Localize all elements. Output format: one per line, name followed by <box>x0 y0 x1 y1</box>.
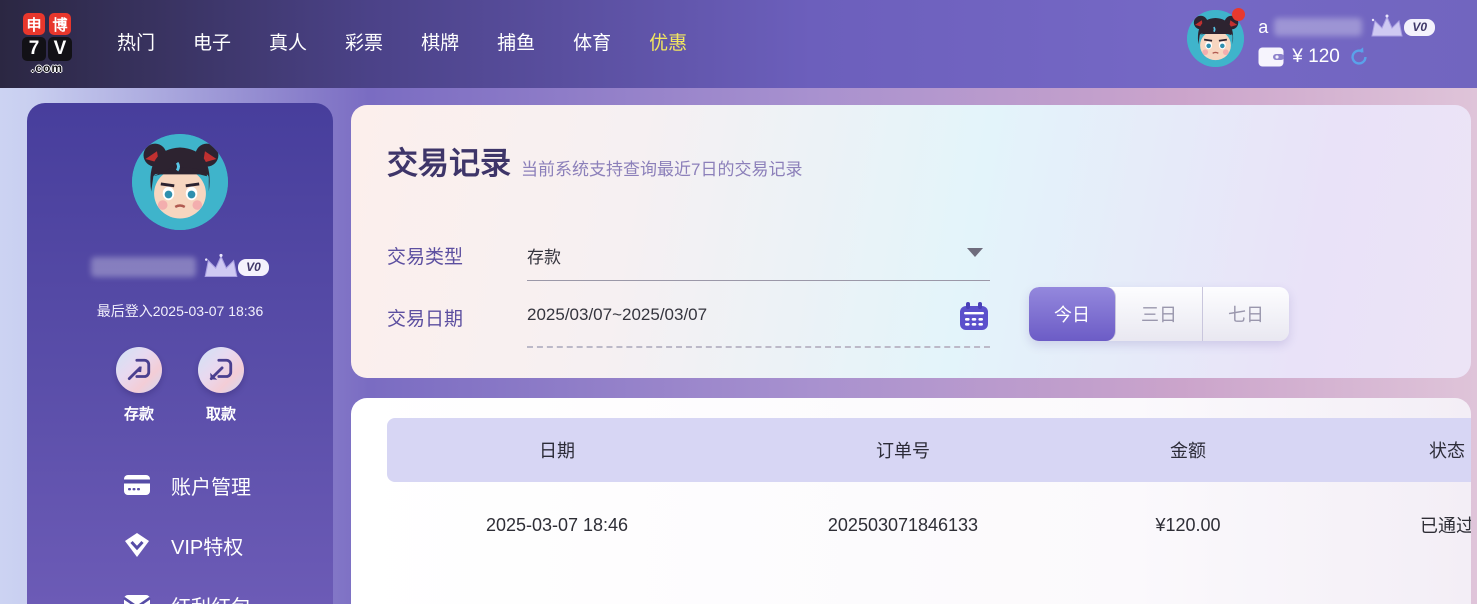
transaction-table: 日期 订单号 金额 状态 2025-03-07 18:46 2025030718… <box>387 418 1471 568</box>
vip-level-badge: V0 <box>1404 18 1435 36</box>
nav-item-slots[interactable]: 电子 <box>174 0 250 88</box>
page-subtitle: 当前系统支持查询最近7日的交易记录 <box>521 160 803 179</box>
balance-amount: ¥ 120 <box>1292 46 1340 67</box>
logo-suffix: .com <box>30 61 63 75</box>
nav-item-hot[interactable]: 热门 <box>98 0 174 88</box>
deposit-icon <box>127 358 151 381</box>
sidebar-avatar <box>132 134 228 230</box>
chevron-down-icon[interactable] <box>967 248 983 257</box>
vip-gem-icon <box>125 533 149 557</box>
main-nav: 热门 电子 真人 彩票 棋牌 捕鱼 体育 优惠 <box>98 0 706 88</box>
cell-order-number: 202503071846133 <box>827 514 979 535</box>
cell-amount: ¥120.00 <box>1155 514 1221 535</box>
page-title: 交易记录 <box>387 146 511 181</box>
notification-dot <box>1232 8 1246 21</box>
username-visible: a <box>1258 16 1269 37</box>
site-logo[interactable]: 申 博 7 V .com <box>22 13 72 75</box>
top-navbar: 申 博 7 V .com 热门 电子 真人 彩票 棋牌 捕鱼 体育 优惠 a V… <box>0 0 1477 88</box>
nav-item-chess[interactable]: 棋牌 <box>402 0 478 88</box>
transaction-type-label: 交易类型 <box>387 247 464 268</box>
logo-tile: 申 <box>23 13 45 35</box>
user-cluster: a V0 ¥ 120 <box>1187 8 1435 68</box>
table-header-row: 日期 订单号 金额 状态 <box>387 418 1471 482</box>
sidebar-menu: 账户管理 VIP特权 红利红包 <box>27 455 333 604</box>
cell-status: 已通过 <box>1420 516 1471 536</box>
account-sidebar: V0 最后登入2025-03-07 18:36 存款 取款 账户管理 VIP特权 <box>27 103 333 604</box>
range-button-7days[interactable]: 七日 <box>1203 287 1289 341</box>
divider-dashed <box>527 346 990 348</box>
deposit-button[interactable]: 存款 <box>116 347 162 424</box>
sidebar-item-label: VIP特权 <box>171 536 244 559</box>
logo-tile: 7 <box>22 37 46 61</box>
col-header-order: 订单号 <box>876 441 930 461</box>
sidebar-item-vip[interactable]: VIP特权 <box>27 515 333 575</box>
refresh-icon[interactable] <box>1348 46 1370 68</box>
wallet-icon <box>1258 47 1285 67</box>
nav-item-fishing[interactable]: 捕鱼 <box>478 0 554 88</box>
sidebar-item-account[interactable]: 账户管理 <box>27 455 333 515</box>
username-blurred <box>91 257 197 277</box>
vip-level-badge: V0 <box>238 258 269 276</box>
withdraw-label: 取款 <box>205 406 236 423</box>
table-row: 2025-03-07 18:46 202503071846133 ¥120.00… <box>387 482 1471 568</box>
divider <box>527 280 990 281</box>
transaction-date-label: 交易日期 <box>387 309 464 330</box>
transaction-date-input[interactable]: 2025/03/07~2025/03/07 <box>527 305 927 325</box>
transaction-table-panel: 日期 订单号 金额 状态 2025-03-07 18:46 2025030718… <box>351 398 1471 604</box>
withdraw-icon <box>209 358 233 381</box>
vip-crown-icon <box>204 253 238 277</box>
transaction-type-select[interactable]: 存款 <box>527 243 989 268</box>
range-button-today[interactable]: 今日 <box>1029 287 1116 341</box>
range-button-3days[interactable]: 三日 <box>1116 287 1203 341</box>
sidebar-item-bonus[interactable]: 红利红包 <box>27 575 333 604</box>
vip-crown-icon <box>1371 14 1403 37</box>
last-login-text: 最后登入2025-03-07 18:36 <box>96 303 264 319</box>
sidebar-item-label: 账户管理 <box>171 476 251 499</box>
transaction-filter-panel: 交易记录 当前系统支持查询最近7日的交易记录 交易类型 存款 交易日期 2025… <box>351 105 1471 378</box>
sidebar-item-label: 红利红包 <box>171 591 251 604</box>
calendar-icon[interactable] <box>957 299 991 338</box>
topbar-avatar[interactable] <box>1187 8 1246 67</box>
col-header-status: 状态 <box>1429 441 1465 461</box>
nav-item-live[interactable]: 真人 <box>250 0 326 88</box>
deposit-label: 存款 <box>123 406 154 423</box>
withdraw-button[interactable]: 取款 <box>198 347 244 424</box>
col-header-date: 日期 <box>539 441 575 461</box>
nav-item-lottery[interactable]: 彩票 <box>326 0 402 88</box>
logo-tile: V <box>48 37 72 61</box>
logo-tile: 博 <box>49 13 71 35</box>
bank-card-icon <box>124 475 150 495</box>
cell-date: 2025-03-07 18:46 <box>485 514 629 535</box>
nav-item-sports[interactable]: 体育 <box>554 0 630 88</box>
col-header-amount: 金额 <box>1170 441 1206 461</box>
username-blurred <box>1274 18 1363 36</box>
red-envelope-icon <box>123 595 151 604</box>
avatar-image <box>132 134 228 230</box>
date-range-button-group: 今日 三日 七日 <box>1029 287 1289 341</box>
nav-item-promo[interactable]: 优惠 <box>630 0 706 88</box>
